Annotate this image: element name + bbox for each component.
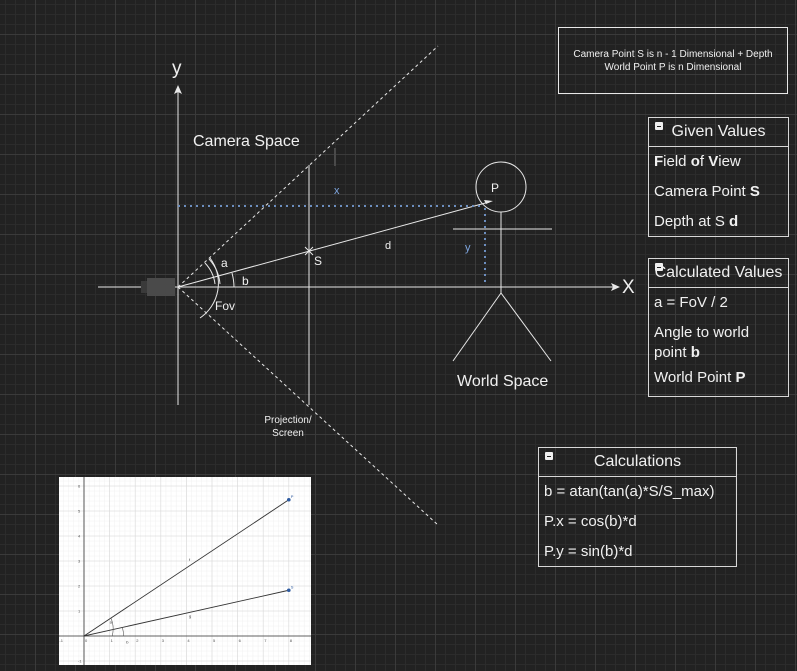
angle-a-arc-inner (204, 262, 216, 285)
given-values-rows: Field of View Camera Point S Depth at S d (649, 147, 788, 237)
point-s-label: S (314, 254, 323, 268)
calculated-values-header[interactable]: Calculated Values (649, 259, 788, 288)
collapse-icon[interactable] (655, 263, 663, 271)
figure-left-leg (452, 292, 502, 362)
world-space-label: World Space (457, 373, 549, 390)
row-text: World Point (654, 369, 736, 386)
angle-a-label: a (221, 256, 228, 270)
row-text: o (690, 153, 700, 170)
row-text: P.y = sin(b)*d (544, 543, 633, 560)
row-text: a = FoV / 2 (654, 294, 728, 311)
table-row: Depth at S d (649, 207, 788, 237)
camera-icon (141, 278, 175, 296)
calculations-rows: b = atan(tan(a)*S/S_max) P.x = cos(b)*d P.… (539, 477, 736, 567)
note-line-2: World Point P is n Dimensional (604, 61, 742, 73)
row-text: b (690, 344, 700, 361)
calculations-header[interactable]: Calculations (539, 448, 736, 477)
row-text: Depth at S (654, 213, 730, 230)
note-line-1: Camera Point S is n - 1 Dimensional + De… (573, 48, 773, 60)
angle-b-label: b (242, 274, 249, 288)
calculated-values-table: Calculated Values a = FoV / 2 Angle to wo… (648, 258, 789, 397)
collapse-icon[interactable] (655, 122, 663, 130)
row-text: S (749, 183, 760, 200)
thumb-x-tick-label: 2 (136, 638, 139, 643)
reference-graph-svg: -10123456789-1123456PSfgab (58, 450, 318, 667)
world-figure (452, 161, 552, 362)
table-row: Angle to world point b (649, 318, 788, 363)
row-text: ield (663, 153, 691, 170)
row-text: b = atan(tan(a)*S/S_max) (544, 483, 715, 500)
row-text: d (729, 213, 739, 230)
thumb-x-tick-label: 1 (111, 638, 114, 643)
row-text: f (699, 153, 709, 170)
camera-space-label: Camera Space (193, 133, 300, 150)
row-text: F (654, 153, 664, 170)
calculated-values-title: Calculated Values (654, 264, 783, 281)
calculated-values-rows: a = FoV / 2 Angle to world point b World P… (649, 288, 788, 393)
table-row: Field of View (649, 147, 788, 177)
y-axis-label: y (172, 58, 182, 79)
row-text: V (708, 153, 719, 170)
point-p-label: P (491, 181, 500, 195)
thumb-x-tick-label: 4 (187, 638, 190, 643)
row-text: Camera Point (654, 183, 750, 200)
row-text: P.x = cos(b)*d (544, 513, 637, 530)
thumb-x-tick-label: 3 (162, 638, 165, 643)
reference-graph-thumbnail[interactable]: -10123456789-1123456PSfgab (58, 450, 318, 667)
thumb-x-tick-label: 0 (85, 638, 88, 643)
angle-b-arc (231, 272, 235, 288)
table-row: a = FoV / 2 (649, 288, 788, 318)
table-row: P.y = sin(b)*d (539, 537, 736, 567)
thumb-x-tick-label: 8 (290, 638, 293, 643)
dimension-note: Camera Point S is n - 1 Dimensional + De… (558, 27, 788, 94)
fov-label: Fov (215, 299, 236, 313)
table-row: P.x = cos(b)*d (539, 507, 736, 537)
table-row: Camera Point S (649, 177, 788, 207)
thumb-x-tick-label: -1 (59, 638, 63, 643)
table-row: b = atan(tan(a)*S/S_max) (539, 477, 736, 507)
thumb-x-tick-label: 6 (239, 638, 242, 643)
thumb-point-s-label: S (291, 584, 294, 589)
thumb-point-p-label: P (291, 494, 294, 499)
calculations-table: Calculations b = atan(tan(a)*S/S_max) P.x… (538, 447, 737, 567)
segment-x-label: x (334, 185, 340, 197)
figure-head (475, 161, 527, 213)
thumb-line-g-label: g (189, 613, 191, 618)
table-row: World Point P (649, 363, 788, 393)
row-text: P (735, 369, 746, 386)
frustum-upper-line (177, 45, 439, 288)
segment-y-label: y (465, 242, 471, 254)
row-text: Angle to world point (654, 324, 750, 361)
segment-d-label: d (385, 240, 392, 252)
thumb-angle-b-label: b (126, 640, 129, 645)
given-values-table: Given Values Field of View Camera Point S… (648, 117, 789, 237)
thumb-x-tick-label: 7 (264, 638, 267, 643)
calculations-title: Calculations (593, 453, 682, 470)
thumb-x-tick-label: 5 (213, 638, 216, 643)
row-text: iew (718, 153, 741, 170)
figure-right-leg (500, 292, 552, 362)
x-axis-label: X (622, 277, 635, 298)
given-values-title: Given Values (671, 123, 766, 140)
given-values-header[interactable]: Given Values (649, 118, 788, 147)
collapse-icon[interactable] (545, 452, 553, 460)
thumb-angle-arc (122, 627, 124, 637)
ray-to-world-point (177, 201, 490, 288)
projection-screen-label: Projection/ Screen (264, 415, 312, 439)
